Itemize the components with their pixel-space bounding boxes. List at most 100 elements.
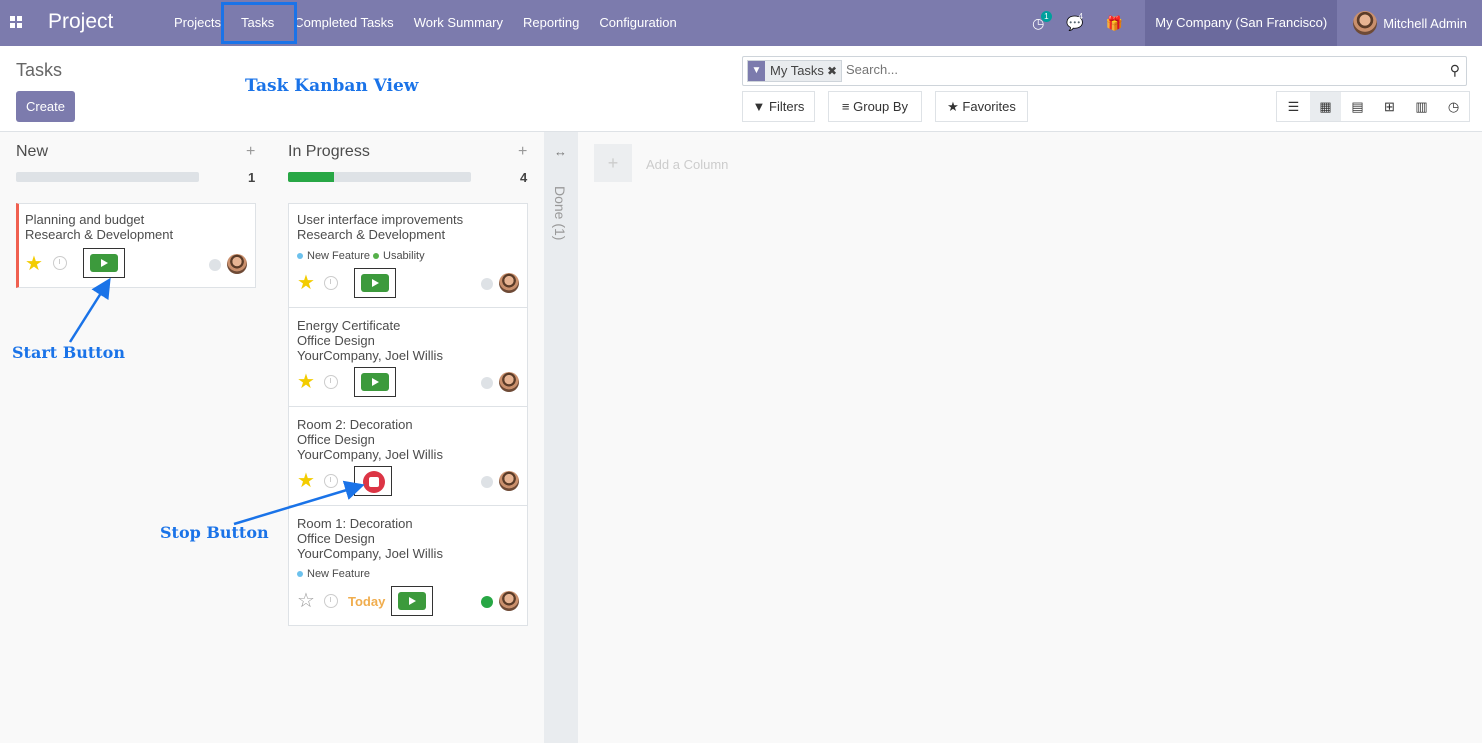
user-name: Mitchell Admin bbox=[1383, 15, 1467, 31]
top-navbar: Project Projects Tasks Completed Tasks W… bbox=[0, 0, 1482, 46]
start-timer-button[interactable] bbox=[398, 592, 426, 610]
start-timer-button[interactable] bbox=[361, 274, 389, 292]
task-card[interactable]: Energy Certificate Office Design YourCom… bbox=[288, 307, 528, 407]
favorites-label: Favorites bbox=[962, 99, 1016, 114]
group-by-label: Group By bbox=[853, 99, 909, 114]
tag-new-feature: New Feature bbox=[297, 568, 370, 580]
activity-clock-icon[interactable] bbox=[324, 474, 338, 488]
activity-clock-icon[interactable] bbox=[324, 594, 338, 608]
tag-color-dot bbox=[373, 253, 379, 259]
search-input[interactable] bbox=[846, 62, 1346, 77]
task-project: Office Design bbox=[297, 432, 375, 447]
start-timer-button[interactable] bbox=[361, 373, 389, 391]
add-task-icon[interactable]: + bbox=[518, 143, 527, 161]
tasks-highlight-box bbox=[221, 2, 297, 44]
progress-fill bbox=[288, 172, 334, 182]
create-button[interactable]: Create bbox=[16, 91, 75, 122]
activity-view-icon[interactable]: ◷ bbox=[1437, 92, 1469, 121]
menu-configuration[interactable]: Configuration bbox=[589, 0, 686, 46]
tag-usability: Usability bbox=[373, 250, 425, 262]
user-avatar bbox=[1353, 11, 1378, 35]
search-facet: ▼ My Tasks ✖ bbox=[747, 60, 842, 82]
search-icon[interactable]: ⚲ bbox=[1450, 62, 1460, 79]
start-button-frame bbox=[391, 586, 433, 616]
search-bar: ▼ My Tasks ✖ ⚲ bbox=[742, 56, 1467, 86]
annotation-title: Task Kanban View bbox=[245, 76, 419, 96]
task-name: Energy Certificate bbox=[297, 318, 401, 333]
activity-clock-icon[interactable] bbox=[324, 276, 338, 290]
priority-star-icon[interactable]: ★ bbox=[297, 372, 315, 392]
add-task-icon[interactable]: + bbox=[246, 143, 255, 161]
priority-star-icon[interactable]: ★ bbox=[297, 273, 315, 293]
stop-timer-button[interactable] bbox=[363, 471, 385, 493]
graph-view-icon[interactable]: ▥ bbox=[1405, 92, 1437, 121]
task-card[interactable]: Planning and budget Research & Developme… bbox=[16, 203, 256, 288]
column-title-new: New bbox=[16, 143, 49, 160]
kanban-view-icon[interactable]: ▦ bbox=[1309, 92, 1341, 121]
tag-new-feature: New Feature bbox=[297, 250, 370, 262]
tag-label: New Feature bbox=[307, 568, 370, 580]
column-progress-bar bbox=[288, 172, 471, 182]
message-count: 4 bbox=[1078, 11, 1083, 21]
activity-clock-icon[interactable] bbox=[53, 256, 67, 270]
deadline-label: Today bbox=[348, 594, 386, 609]
task-name: User interface improvements bbox=[297, 212, 464, 227]
activity-clock-icon[interactable] bbox=[324, 375, 338, 389]
tag-label: New Feature bbox=[307, 250, 370, 262]
messages-icon[interactable]: 💬 4 bbox=[1066, 11, 1083, 32]
folded-column-label: Done (1) bbox=[552, 186, 568, 241]
assignee-avatar bbox=[499, 372, 519, 392]
app-menu-icon[interactable] bbox=[10, 16, 22, 28]
menu-reporting[interactable]: Reporting bbox=[513, 0, 589, 46]
activity-count: 1 bbox=[1041, 10, 1052, 22]
add-column-label[interactable]: Add a Column bbox=[646, 157, 728, 172]
kanban-state-icon[interactable] bbox=[481, 278, 493, 290]
column-title-in-progress: In Progress bbox=[288, 143, 370, 160]
task-card[interactable]: Room 2: Decoration Office Design YourCom… bbox=[288, 406, 528, 506]
company-switcher[interactable]: My Company (San Francisco) bbox=[1145, 0, 1338, 46]
facet-label: My Tasks bbox=[770, 63, 824, 78]
task-name: Room 1: Decoration bbox=[297, 516, 413, 531]
pivot-view-icon[interactable]: ⊞ bbox=[1373, 92, 1405, 121]
start-button-frame bbox=[354, 367, 396, 397]
list-view-icon[interactable]: ☰ bbox=[1277, 92, 1309, 121]
user-menu[interactable]: Mitchell Admin bbox=[1337, 11, 1482, 35]
task-project: Office Design bbox=[297, 531, 375, 546]
tag-label: Usability bbox=[383, 250, 425, 262]
kanban-state-icon[interactable] bbox=[209, 259, 221, 271]
remove-facet-icon[interactable]: ✖ bbox=[827, 61, 841, 81]
column-progress-bar bbox=[16, 172, 199, 182]
filter-icon: ▼ bbox=[748, 61, 765, 81]
favorites-button[interactable]: ★ Favorites bbox=[935, 91, 1028, 122]
menu-work-summary[interactable]: Work Summary bbox=[404, 0, 513, 46]
kanban-state-icon[interactable] bbox=[481, 476, 493, 488]
unfold-arrows-icon[interactable]: ↔ bbox=[554, 144, 567, 159]
task-customer: YourCompany, Joel Willis bbox=[297, 348, 443, 363]
calendar-view-icon[interactable]: ▤ bbox=[1341, 92, 1373, 121]
priority-star-icon[interactable]: ★ bbox=[25, 254, 43, 274]
task-name: Planning and budget bbox=[25, 212, 145, 227]
column-count: 1 bbox=[248, 170, 256, 185]
task-customer: YourCompany, Joel Willis bbox=[297, 546, 443, 561]
folded-column-done[interactable]: ↔ Done (1) bbox=[544, 132, 578, 743]
view-switcher: ☰ ▦ ▤ ⊞ ▥ ◷ bbox=[1276, 91, 1470, 122]
task-name: Room 2: Decoration bbox=[297, 417, 413, 432]
task-project: Research & Development bbox=[297, 227, 446, 242]
priority-star-empty-icon[interactable]: ☆ bbox=[297, 591, 315, 611]
filters-button[interactable]: ▼ Filters bbox=[742, 91, 815, 122]
task-card[interactable]: Room 1: Decoration Office Design YourCom… bbox=[288, 505, 528, 626]
task-project: Research & Development bbox=[25, 227, 174, 242]
annotation-stop-button: Stop Button bbox=[160, 523, 269, 542]
kanban-state-icon[interactable] bbox=[481, 377, 493, 389]
menu-completed-tasks[interactable]: Completed Tasks bbox=[284, 0, 403, 46]
kanban-state-icon[interactable] bbox=[481, 596, 493, 608]
navbar-right: ◷ 1 💬 4 🎁 My Company (San Francisco) Mitch… bbox=[1032, 0, 1482, 46]
add-column-button[interactable]: + bbox=[594, 144, 632, 182]
start-timer-button[interactable] bbox=[90, 254, 118, 272]
task-card[interactable]: User interface improvements Research & D… bbox=[288, 203, 528, 308]
gift-icon[interactable]: 🎁 bbox=[1106, 15, 1123, 32]
priority-star-icon[interactable]: ★ bbox=[297, 471, 315, 491]
group-by-button[interactable]: ≡ Group By bbox=[828, 91, 922, 122]
start-button-frame bbox=[83, 248, 125, 278]
activity-icon[interactable]: ◷ 1 bbox=[1032, 10, 1052, 32]
